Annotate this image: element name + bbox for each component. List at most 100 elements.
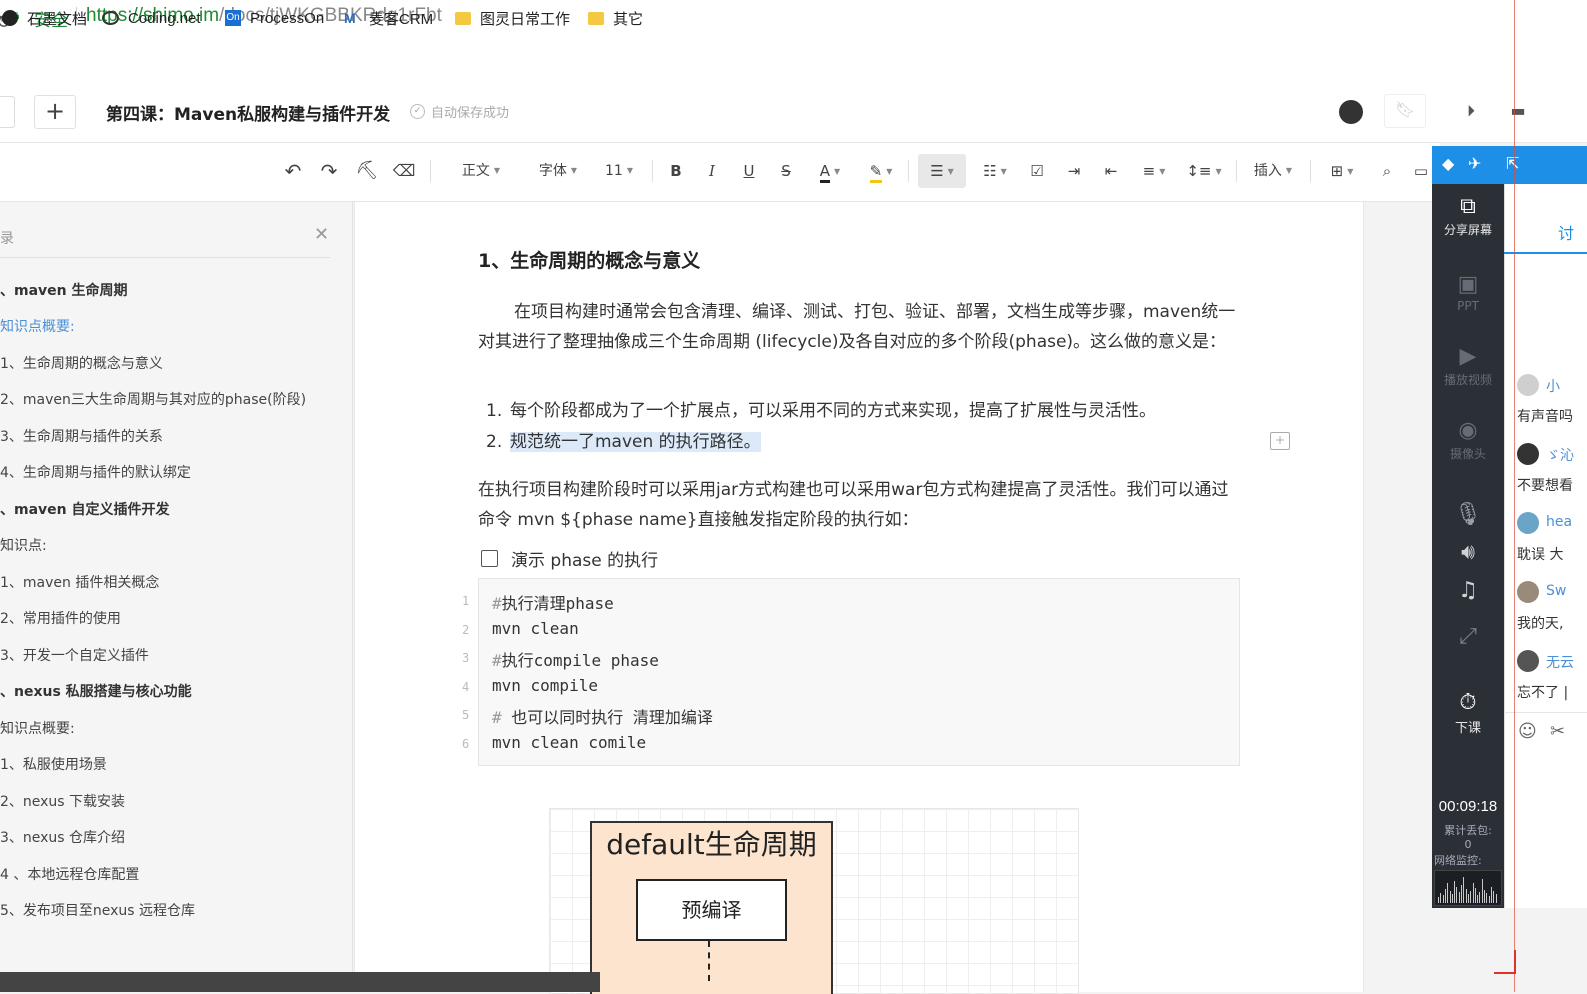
chat-username[interactable]: hea [1546, 514, 1572, 530]
bookmark-shimo[interactable]: 石墨文档 [2, 8, 87, 28]
back-button[interactable] [0, 96, 15, 128]
eraser-icon[interactable]: ⌫ [391, 156, 417, 186]
speaker-button[interactable]: 🔊︎ [1432, 540, 1504, 567]
bookmarks-bar [0, 44, 1587, 81]
microphone-button[interactable]: 🎙︎ [1432, 502, 1504, 529]
align-icon[interactable]: ≡ ▼ [1134, 156, 1174, 186]
line-height-icon[interactable]: ↕≡ ▼ [1184, 156, 1224, 186]
tab-discussion[interactable]: 讨 [1558, 220, 1574, 244]
checklist-icon[interactable]: ☑ [1024, 156, 1050, 186]
avatar[interactable] [1336, 96, 1366, 126]
chevron-down-icon: ▼ [493, 166, 501, 175]
bookmark-turing[interactable]: 图灵日常工作 [455, 8, 570, 28]
scissors-icon[interactable]: ✂ [1550, 721, 1565, 742]
add-comment-icon[interactable]: + [1270, 432, 1290, 450]
bold-icon[interactable]: B [664, 156, 688, 186]
doc-paragraph[interactable]: 在执行项目构建阶段时可以采用jar方式构建也可以采用war包方式构建提高了灵活性… [478, 475, 1242, 535]
add-comment-icon[interactable]: ▭ [1408, 156, 1434, 186]
outdent-icon[interactable]: ⇤ [1098, 156, 1124, 186]
network-bar [1449, 891, 1451, 903]
redo-icon[interactable]: ↷ [316, 156, 342, 186]
toc-item[interactable]: 3、生命周期与插件的关系 [0, 426, 163, 446]
indent-icon[interactable]: ⇥ [1061, 156, 1087, 186]
packet-loss-label: 累计丢包: [1444, 824, 1492, 837]
italic-icon[interactable]: I [700, 156, 724, 186]
avatar[interactable] [1517, 374, 1539, 396]
underline-icon[interactable]: U [737, 156, 761, 186]
toc-item[interactable]: 2、常用插件的使用 [0, 608, 121, 628]
insert-dropdown[interactable]: 插入 ▼ [1248, 156, 1298, 186]
bottom-scrollbar[interactable] [0, 972, 600, 992]
chat-username[interactable]: 小 [1546, 376, 1560, 396]
doc-paragraph[interactable]: 在项目构建时通常会包含清理、编译、测试、打包、验证、部署，文档生成等步骤，mav… [478, 297, 1242, 357]
font-dropdown[interactable]: 字体 ▼ [528, 156, 588, 186]
checkbox[interactable] [481, 550, 498, 567]
play-video-button[interactable]: ▶ 播放视频 [1432, 344, 1504, 388]
list-item[interactable]: 1. 每个阶段都成为了一个扩展点，可以采用不同的方式来实现，提高了扩展性与灵活性。 [486, 396, 1156, 421]
find-replace-icon[interactable]: ⌕ [1374, 156, 1400, 186]
avatar[interactable] [1517, 650, 1539, 672]
chat-username[interactable]: 无云 [1546, 652, 1574, 672]
new-doc-button[interactable]: + [34, 95, 76, 129]
avatar[interactable] [1517, 512, 1539, 534]
list-item[interactable]: 2. 规范统一了maven 的执行路径。 [486, 427, 761, 452]
undo-icon[interactable]: ↶ [280, 156, 306, 186]
translate-icon[interactable]: ⊞ ▼ [1322, 156, 1362, 186]
bookmark-mikecrm[interactable]: M 麦客CRM [344, 8, 433, 28]
format-painter-icon[interactable]: ⛏ [354, 156, 380, 186]
toc-item[interactable]: 1、生命周期的概念与意义 [0, 353, 163, 373]
chevron-down-icon: ▼ [1000, 166, 1007, 176]
toolbar-divider [908, 160, 909, 182]
camera-button[interactable]: ◉ 摄像头 [1432, 418, 1504, 462]
toc-item[interactable]: 、maven 生命周期 [0, 280, 128, 300]
shield-icon[interactable]: ◆ [1442, 154, 1454, 173]
share-out-icon[interactable]: ⇱ [1506, 154, 1519, 173]
chevron-down-icon: ▼ [834, 166, 841, 176]
doc-title[interactable]: 第四课：Maven私服构建与插件开发 [106, 100, 390, 125]
toc-item[interactable]: 、nexus 私服搭建与核心功能 [0, 681, 192, 701]
highlight-icon[interactable]: ✎ ▼ [860, 156, 902, 186]
ordered-list-icon[interactable]: ☰ ▼ [920, 156, 964, 186]
toc-item[interactable]: 4 、本地远程仓库配置 [0, 864, 139, 884]
present-icon[interactable]: ⏵ [1456, 96, 1486, 126]
chat-username[interactable]: ゞ沁 [1546, 445, 1574, 465]
ppt-button[interactable]: ▣ PPT [1432, 272, 1504, 313]
avatar[interactable] [1517, 443, 1539, 465]
toc-item[interactable]: 1、私服使用场景 [0, 754, 107, 774]
bullet-list-icon[interactable]: ☷ ▼ [974, 156, 1016, 186]
toc-item[interactable]: 1、maven 插件相关概念 [0, 572, 159, 592]
font-size-dropdown[interactable]: 11 ▼ [598, 156, 640, 186]
task-item[interactable]: 演示 phase 的执行 [481, 546, 658, 571]
toc-item[interactable]: 5、发布项目至nexus 远程仓库 [0, 900, 195, 920]
bookmark-coding[interactable]: Coding.net [102, 8, 201, 28]
toc-item[interactable]: 、maven 自定义插件开发 [0, 499, 170, 519]
comments-icon[interactable]: ▬ [1503, 96, 1533, 126]
toc-item[interactable]: 3、nexus 仓库介绍 [0, 827, 125, 847]
toc-item[interactable]: 2、maven三大生命周期与其对应的phase(阶段) [0, 389, 306, 409]
avatar[interactable] [1517, 581, 1539, 603]
text-color-icon[interactable]: A ▼ [810, 156, 850, 186]
doc-heading[interactable]: 1、生命周期的概念与意义 [478, 246, 700, 273]
toc-item[interactable]: 知识点概要: [0, 718, 75, 738]
bookmark-other[interactable]: 其它 [588, 8, 643, 28]
toc-item[interactable]: 2、nexus 下载安装 [0, 791, 125, 811]
toc-item[interactable]: 4、生命周期与插件的默认绑定 [0, 462, 191, 482]
airplane-icon[interactable]: ✈ [1468, 154, 1481, 173]
fullscreen-button[interactable]: ⤢ [1432, 624, 1504, 651]
toc-item[interactable]: 知识点: [0, 535, 47, 555]
network-bar [1467, 894, 1469, 903]
share-screen-button[interactable]: ⧉ 分享屏幕 [1432, 194, 1504, 238]
list-number: 2. [486, 432, 503, 452]
paragraph-style-dropdown[interactable]: 正文 ▼ [450, 156, 512, 186]
bookmark-icon[interactable]: 🔖︎ [1384, 94, 1426, 128]
music-button[interactable]: ♫ [1432, 578, 1504, 605]
close-icon[interactable]: ✕ [314, 224, 329, 245]
toc-title: 录 [0, 231, 14, 247]
end-class-button[interactable]: ⏱ 下课 [1432, 690, 1504, 736]
strikethrough-icon[interactable]: S [774, 156, 798, 186]
toc-item[interactable]: 3、开发一个自定义插件 [0, 645, 149, 665]
emoji-icon[interactable]: ☺ [1518, 721, 1537, 742]
bookmark-processon[interactable]: On ProcessOn [225, 8, 324, 28]
chat-username[interactable]: Sw [1546, 583, 1566, 599]
toc-item[interactable]: 知识点概要: [0, 316, 75, 336]
